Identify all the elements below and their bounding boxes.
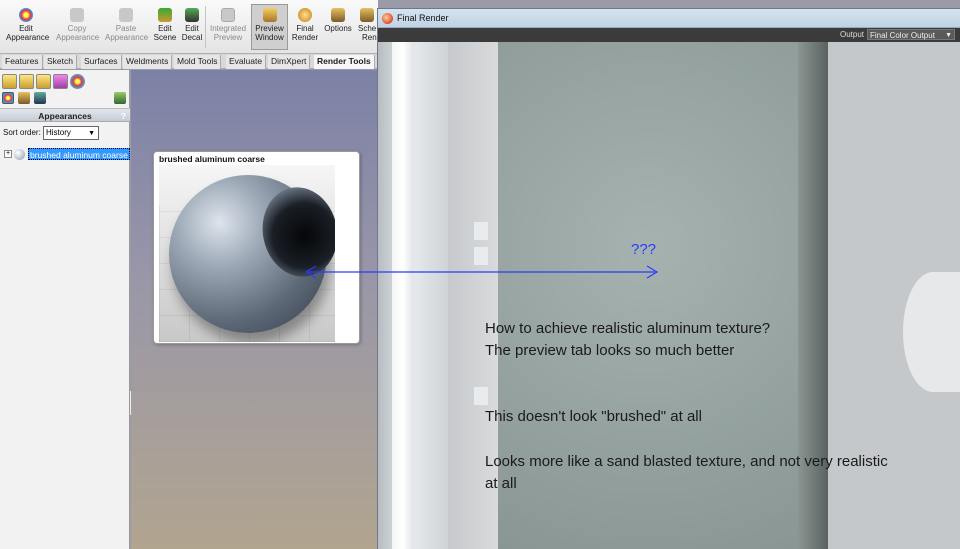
paste-appearance-button[interactable]: Paste Appearance	[105, 8, 148, 42]
render-slot	[474, 387, 488, 405]
tab-surfaces[interactable]: Surfaces	[81, 55, 122, 69]
appearance-preview-tooltip: brushed aluminum coarse	[153, 151, 360, 344]
edit-decal-button[interactable]: Edit Decal	[180, 8, 204, 42]
tab-mold-tools[interactable]: Mold Tools	[174, 55, 222, 69]
ribbon-separator	[205, 6, 206, 48]
appearances-header: Appearances ?	[0, 108, 130, 122]
property-manager-icon[interactable]	[19, 74, 34, 89]
final-render-icon	[382, 13, 393, 24]
brushed-aluminum-sphere	[169, 175, 335, 333]
tooltip-title: brushed aluminum coarse	[159, 154, 265, 164]
integrated-preview-icon	[221, 8, 235, 22]
display-manager-subtabs	[2, 92, 128, 106]
command-ribbon: Edit Appearance Copy Appearance Paste Appea…	[0, 0, 378, 54]
output-label: Output	[840, 30, 865, 39]
annotation-double-arrow	[304, 265, 659, 279]
integrated-preview-button[interactable]: Integrated Preview	[208, 8, 248, 42]
chevron-down-icon: ▼	[88, 130, 95, 137]
final-render-icon	[298, 8, 312, 22]
edit-scene-icon	[158, 8, 172, 22]
annotation-text-line-2: The preview tab looks so much better	[485, 342, 735, 359]
tab-weldments[interactable]: Weldments	[123, 55, 173, 69]
tab-evaluate[interactable]: Evaluate	[226, 55, 267, 69]
edit-decal-icon	[185, 8, 199, 22]
copy-appearance-button[interactable]: Copy Appearance	[56, 8, 99, 42]
preview-window-icon	[262, 8, 277, 22]
display-manager-icon[interactable]	[70, 74, 85, 89]
output-select[interactable]: Final Color Output ▼	[867, 29, 955, 40]
copy-appearance-icon	[70, 8, 84, 22]
decals-subtab-icon[interactable]	[18, 92, 30, 104]
final-render-titlebar[interactable]: Final Render	[378, 9, 960, 28]
schedule-render-icon	[360, 8, 374, 22]
annotation-question: ???	[631, 241, 657, 258]
annotation-text-line-5: at all	[485, 475, 517, 492]
chevron-down-icon: ▼	[945, 32, 952, 39]
options-button[interactable]: Options	[322, 8, 354, 33]
annotation-text-line-3: This doesn't look "brushed" at all	[485, 408, 702, 425]
render-settings-icon[interactable]	[114, 92, 126, 104]
panel-tab-strip	[2, 74, 87, 90]
annotation-text-line-4: Looks more like a sand blasted texture, …	[485, 453, 888, 470]
sort-order-select[interactable]: History ▼	[43, 126, 99, 140]
render-slot	[474, 222, 488, 240]
appearances-subtab-icon[interactable]	[2, 92, 14, 104]
final-render-button[interactable]: Final Render	[291, 8, 319, 42]
appearances-panel: Appearances ? Sort order: History ▼ + br…	[0, 70, 130, 549]
tree-item-label[interactable]: brushed aluminum coarse	[28, 148, 130, 160]
options-icon	[331, 8, 345, 22]
tab-dimxpert[interactable]: DimXpert	[268, 55, 311, 69]
edit-appearance-button[interactable]: Edit Appearance	[6, 8, 49, 42]
appearance-preview-image	[159, 165, 335, 342]
render-rail-highlight	[392, 42, 414, 549]
tab-sketch[interactable]: Sketch	[44, 55, 77, 69]
paste-appearance-icon	[119, 8, 133, 22]
dimxpert-manager-icon[interactable]	[53, 74, 68, 89]
help-icon[interactable]: ?	[121, 109, 126, 123]
window-title: Final Render	[397, 13, 449, 23]
edit-appearance-icon	[19, 8, 33, 22]
edit-scene-button[interactable]: Edit Scene	[153, 8, 177, 42]
appearance-ball-icon	[14, 149, 25, 160]
output-toolbar: Output Final Color Output ▼	[378, 28, 960, 42]
configuration-manager-icon[interactable]	[36, 74, 51, 89]
preview-window-button[interactable]: Preview Window	[251, 4, 288, 50]
annotation-text-line-1: How to achieve realistic aluminum textur…	[485, 320, 771, 337]
command-manager-tabs: Features Sketch Surfaces Weldments Mold …	[0, 54, 378, 69]
tab-render-tools[interactable]: Render Tools	[314, 55, 375, 69]
expand-icon[interactable]: +	[4, 150, 12, 158]
scene-subtab-icon[interactable]	[34, 92, 46, 104]
tab-features[interactable]: Features	[2, 55, 43, 69]
render-cutout	[903, 272, 960, 392]
sort-order-label: Sort order:	[3, 128, 41, 137]
feature-tree-icon[interactable]	[2, 74, 17, 89]
